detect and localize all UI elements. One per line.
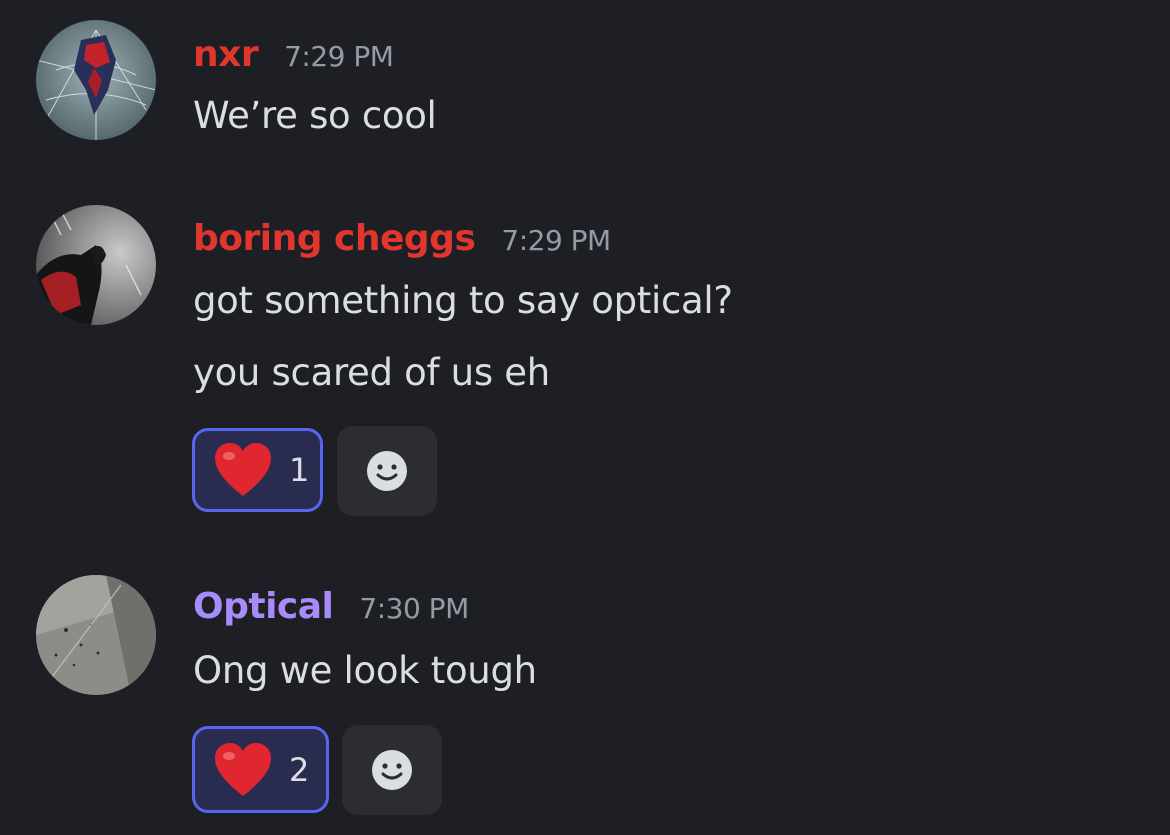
- timestamp: 7:30 PM: [359, 592, 469, 625]
- smiley-icon: [367, 451, 407, 491]
- spiderman-avatar-icon: [36, 20, 156, 140]
- message-text: got something to say optical?: [193, 279, 733, 322]
- message-text: We’re so cool: [193, 94, 437, 137]
- avatar[interactable]: [36, 575, 156, 695]
- avatar[interactable]: [36, 20, 156, 140]
- grey-wall-avatar-icon: [36, 575, 156, 695]
- message-text: you scared of us eh: [193, 351, 550, 394]
- add-reaction-button[interactable]: [342, 725, 442, 815]
- username[interactable]: boring cheggs: [193, 218, 476, 259]
- chat-message-list: nxr 7:29 PM We’re so cool boring cheggs …: [0, 0, 1170, 835]
- timestamp: 7:29 PM: [284, 40, 394, 73]
- reaction-count: 2: [289, 750, 310, 789]
- reaction-count: 1: [289, 451, 310, 489]
- username[interactable]: nxr: [193, 34, 259, 75]
- username[interactable]: Optical: [193, 586, 334, 627]
- avatar[interactable]: [36, 205, 156, 325]
- reaction-heart[interactable]: 2: [192, 726, 329, 813]
- add-reaction-button[interactable]: [337, 426, 437, 516]
- daredevil-avatar-icon: [36, 205, 156, 325]
- timestamp: 7:29 PM: [501, 224, 611, 257]
- heart-emoji-icon: [213, 742, 273, 798]
- message-text: Ong we look tough: [193, 649, 537, 692]
- smiley-icon: [372, 750, 412, 790]
- heart-emoji-icon: [213, 442, 273, 498]
- reaction-heart[interactable]: 1: [192, 428, 323, 512]
